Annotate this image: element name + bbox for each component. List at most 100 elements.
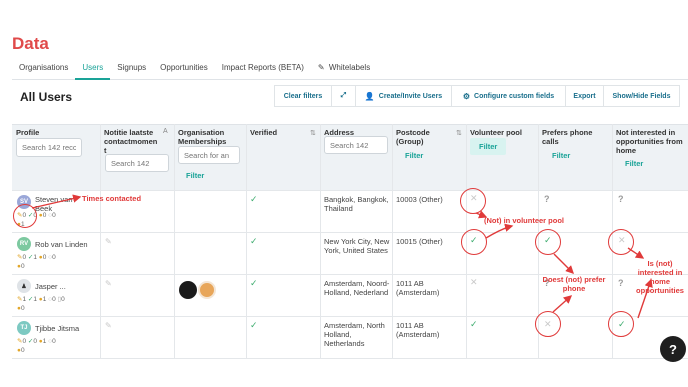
header-verified[interactable]: Verified	[250, 128, 277, 137]
row-divider	[12, 190, 688, 191]
annotation-times-contacted: Times contacted	[82, 194, 142, 203]
stat-value: 0	[52, 212, 56, 219]
stat-value: 1	[22, 296, 27, 303]
avatar: TJ	[17, 321, 31, 335]
tab-organisations[interactable]: Organisations	[12, 60, 75, 80]
tab-whitelabels[interactable]: ✎ Whitelabels	[311, 60, 377, 80]
column-divider	[320, 124, 321, 359]
address-cell: Amsterdam, Noord-Holland, Nederland	[324, 279, 390, 297]
stat-value: 0	[42, 212, 47, 219]
home-filter-button[interactable]: Filter	[625, 159, 643, 168]
page-title: Data	[12, 34, 49, 53]
stat-value: 0	[52, 296, 56, 303]
expand-icon: ⤢	[340, 92, 347, 99]
row-divider	[12, 316, 688, 317]
stat-value: 1	[42, 338, 47, 345]
org-logo[interactable]	[179, 281, 197, 299]
stat-value: 0	[33, 338, 37, 345]
sort-icon[interactable]: ⇅	[310, 129, 316, 137]
column-divider	[246, 124, 247, 359]
tab-opportunities[interactable]: Opportunities	[153, 60, 215, 80]
address-cell: Amsterdam, North Holland, Netherlands	[324, 321, 385, 348]
yes-check-icon: ✓	[470, 319, 478, 329]
annotation-circle	[608, 311, 634, 337]
stat-value: 1	[42, 296, 47, 303]
avatar-photo: ♟	[17, 279, 31, 293]
export-button[interactable]: Export	[566, 85, 604, 107]
edit-note-icon[interactable]: ✎	[105, 237, 112, 246]
toolbar: Clear filters ⤢ 👤 Create/Invite Users ⚙ Co…	[274, 85, 680, 107]
verified-check-icon: ✓	[250, 278, 258, 288]
show-hide-fields-button[interactable]: Show/Hide Fields	[604, 85, 680, 107]
user-stats: ✎0 ✓1 ●0 ○0 ●0	[17, 253, 56, 271]
notitie-search-input[interactable]	[105, 154, 169, 172]
postcode-cell: 10015 (Other)	[396, 237, 443, 246]
row-divider	[12, 232, 688, 233]
column-divider	[100, 124, 101, 359]
stat-value: 0	[52, 254, 56, 261]
unknown-icon: ?	[618, 194, 624, 204]
user-name[interactable]: Rob van Linden	[35, 240, 88, 249]
header-volunteer-pool[interactable]: Volunteer pool	[470, 128, 522, 137]
address-search-input[interactable]	[324, 136, 388, 154]
clear-filters-button[interactable]: Clear filters	[274, 85, 332, 107]
stat-value: 0	[20, 263, 25, 270]
stat-value: 1	[33, 296, 37, 303]
postcode-filter-button[interactable]: Filter	[405, 151, 423, 160]
annotation-circle	[13, 204, 37, 228]
edit-note-icon[interactable]: ✎	[105, 321, 112, 330]
tab-whitelabels-label: Whitelabels	[328, 63, 371, 72]
phone-filter-button[interactable]: Filter	[552, 151, 570, 160]
nav-tabs: Organisations Users Signups Opportunitie…	[12, 60, 688, 80]
annotation-home-opportunities: Is (not) interested in home opportunitie…	[636, 259, 684, 295]
help-button[interactable]: ?	[660, 336, 686, 362]
annotation-circle	[460, 188, 486, 214]
create-invite-users-button[interactable]: 👤 Create/Invite Users	[356, 85, 452, 107]
annotation-circle	[461, 229, 487, 255]
configure-label: Configure custom fields	[474, 92, 555, 100]
verified-check-icon: ✓	[250, 194, 258, 204]
org-logo[interactable]	[198, 281, 216, 299]
unknown-icon: ?	[618, 278, 624, 288]
stat-value: 0	[52, 338, 56, 345]
user-name[interactable]: Jasper ...	[35, 282, 66, 291]
tab-signups[interactable]: Signups	[110, 60, 153, 80]
stat-value: 1	[33, 254, 37, 261]
sort-az-icon[interactable]: A	[163, 128, 168, 135]
annotation-volunteer-pool: (Not) in volunteer pool	[484, 216, 564, 225]
tab-users[interactable]: Users	[75, 60, 111, 80]
header-profile[interactable]: Profile	[16, 128, 39, 137]
sort-icon[interactable]: ⇅	[456, 129, 462, 137]
header-postcode[interactable]: Postcode (Group)	[396, 128, 452, 146]
stat-value: 0	[20, 305, 25, 312]
section-title: All Users	[20, 90, 73, 104]
avatar: RV	[17, 237, 31, 251]
org-filter-button[interactable]: Filter	[186, 171, 204, 180]
no-icon: ✕	[470, 277, 478, 287]
configure-custom-fields-button[interactable]: ⚙ Configure custom fields	[452, 85, 566, 107]
users-gear-icon: ⚙	[462, 91, 471, 101]
tab-impact-reports[interactable]: Impact Reports (BETA)	[215, 60, 311, 80]
row-divider	[12, 358, 688, 359]
profile-search-input[interactable]	[16, 138, 82, 157]
address-cell: New York City, New York, United States	[324, 237, 390, 255]
annotation-circle	[535, 311, 561, 337]
stat-value: 0	[20, 347, 25, 354]
users-table: Profile Notitie laatste contactmomen t A…	[12, 124, 688, 359]
header-not-interested-home[interactable]: Not interested in opportunities from hom…	[616, 128, 688, 155]
pencil-icon: ✎	[317, 63, 325, 72]
org-search-input[interactable]	[178, 146, 240, 164]
user-name[interactable]: Tjibbe Jitsma	[35, 324, 79, 333]
unknown-icon: ?	[544, 194, 550, 204]
stat-value: 0	[22, 338, 27, 345]
edit-note-icon[interactable]: ✎	[105, 279, 112, 288]
fullscreen-button[interactable]: ⤢	[332, 85, 356, 107]
verified-check-icon: ✓	[250, 236, 258, 246]
header-notitie[interactable]: Notitie laatste contactmomen t	[104, 128, 160, 155]
address-cell: Bangkok, Bangkok, Thailand	[324, 195, 389, 213]
header-organisation-memberships[interactable]: Organisation Memberships	[178, 128, 242, 146]
header-prefers-phone[interactable]: Prefers phone calls	[542, 128, 604, 146]
volunteer-filter-button[interactable]: Filter	[470, 138, 507, 155]
annotation-circle	[535, 229, 561, 255]
postcode-cell: 10003 (Other)	[396, 195, 443, 204]
